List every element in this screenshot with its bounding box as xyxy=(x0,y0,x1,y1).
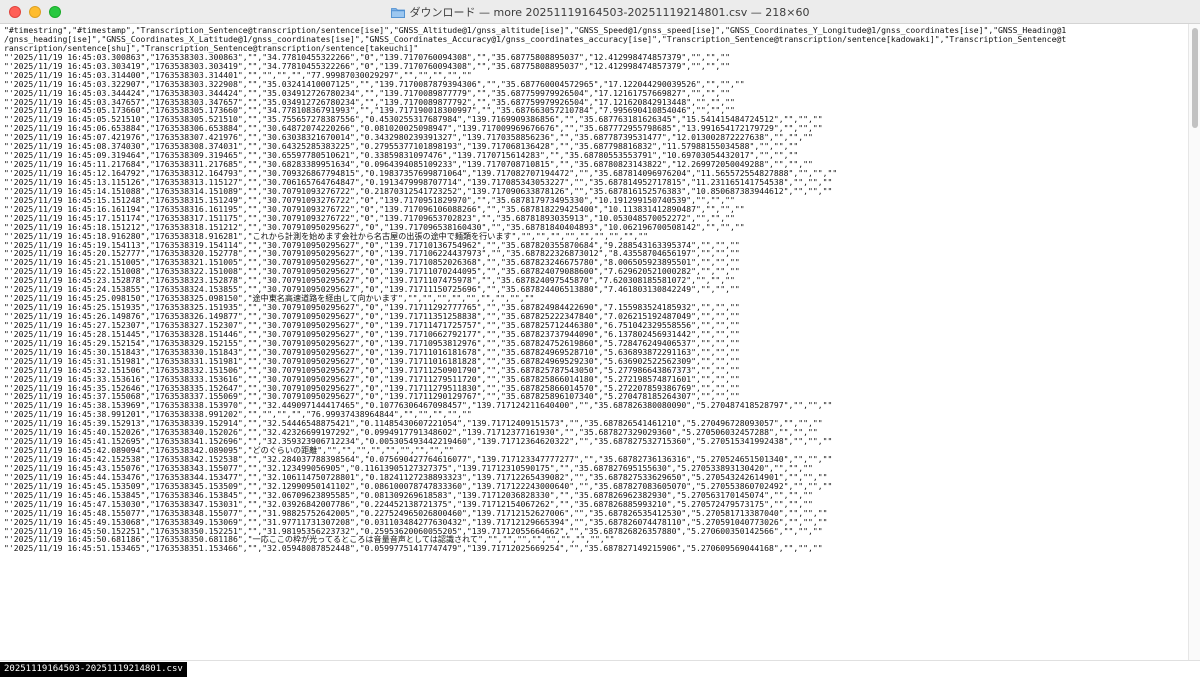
terminal-line: "'2025/11/19 16:45:26.149876","176353832… xyxy=(4,312,740,321)
terminal-line: "'2025/11/19 16:45:03.303419","176353830… xyxy=(4,61,731,71)
terminal-line: "'2025/11/19 16:45:18.151212","176353831… xyxy=(4,222,745,232)
terminal-line: "'2025/11/19 16:45:45.153509","176353834… xyxy=(4,481,833,491)
terminal-line: "'2025/11/19 16:45:38.153969","176353833… xyxy=(4,401,833,411)
terminal-line: "'2025/11/19 16:45:41.152695","176353834… xyxy=(4,437,833,447)
terminal-line: "'2025/11/19 16:45:12.164792","176353831… xyxy=(4,169,838,178)
terminal-line: "'2025/11/19 16:45:47.153030","176353834… xyxy=(4,499,813,509)
terminal-line: "'2025/11/19 16:45:35.152646","176353833… xyxy=(4,383,740,393)
vertical-scrollbar[interactable] xyxy=(1188,24,1200,660)
terminal-line: "'2025/11/19 16:45:07.421976","176353830… xyxy=(4,133,813,143)
title-bar[interactable]: ダウンロード — more 20251119164503-20251119214… xyxy=(0,0,1200,24)
terminal-line: "'2025/11/19 16:45:20.152777","176353832… xyxy=(4,249,740,259)
terminal-line: "'2025/11/19 16:45:50.681186","176353835… xyxy=(4,535,615,545)
terminal-line: "'2025/11/19 16:45:46.153845","176353834… xyxy=(4,490,813,500)
terminal-line: "'2025/11/19 16:45:38.991201","176353833… xyxy=(4,410,472,420)
terminal-line: "'2025/11/19 16:45:40.152026","176353834… xyxy=(4,428,818,438)
terminal-line: "'2025/11/19 16:45:05.521510","176353830… xyxy=(4,115,823,125)
more-status-bar: 20251119164503-20251119214801.csv xyxy=(0,660,1200,678)
terminal-line: "'2025/11/19 16:45:06.653884","176353830… xyxy=(4,124,823,134)
terminal-line: "'2025/11/19 16:45:24.153855","176353832… xyxy=(4,285,740,295)
terminal-line: "#timestring","#timestamp","Transcriptio… xyxy=(4,26,1067,35)
terminal-line: "'2025/11/19 16:45:15.151248","176353831… xyxy=(4,195,735,205)
terminal-line: "'2025/11/19 16:45:17.151174","176353831… xyxy=(4,213,735,223)
terminal-line: /gnss_heading[ise]","GNSS_Coordinates_X_… xyxy=(4,34,1067,44)
window-title: ダウンロード — more 20251119164503-20251119214… xyxy=(409,6,810,19)
terminal-line: "'2025/11/19 16:45:16.161194","176353831… xyxy=(4,204,745,214)
terminal-line: "'2025/11/19 16:45:51.153465","176353835… xyxy=(4,544,823,554)
terminal-line: "'2025/11/19 16:45:03.347657","176353830… xyxy=(4,97,735,107)
terminal-line: "'2025/11/19 16:45:31.151981","176353833… xyxy=(4,356,740,366)
terminal-line: "'2025/11/19 16:45:39.152913","176353833… xyxy=(4,419,823,429)
terminal-line: "'2025/11/19 16:45:05.173660","176353830… xyxy=(4,106,735,116)
terminal-line: "'2025/11/19 16:45:03.322907","176353830… xyxy=(4,79,745,89)
more-prompt-filename: 20251119164503-20251119214801.csv xyxy=(0,662,187,677)
terminal-line: ranscription/sentence[shu]","Transcripti… xyxy=(4,43,419,53)
terminal-line: "'2025/11/19 16:45:29.152154","176353832… xyxy=(4,338,740,348)
terminal-line: "'2025/11/19 16:45:09.319464","176353830… xyxy=(4,151,799,161)
terminal-line: "'2025/11/19 16:45:25.151935","176353832… xyxy=(4,303,740,312)
terminal-line: "'2025/11/19 16:45:19.154113","176353831… xyxy=(4,240,740,250)
terminal-line: "'2025/11/19 16:45:08.374030","176353830… xyxy=(4,142,799,152)
terminal-line: "'2025/11/19 16:45:33.153616","176353833… xyxy=(4,374,740,384)
terminal-line: "'2025/11/19 16:45:13.115126","176353831… xyxy=(4,177,833,187)
terminal-window: ダウンロード — more 20251119164503-20251119214… xyxy=(0,0,1200,678)
terminal-line: "'2025/11/19 16:45:25.098150","176353832… xyxy=(4,294,535,304)
folder-icon xyxy=(390,7,405,18)
terminal-line: "'2025/11/19 16:45:22.151008","176353832… xyxy=(4,267,740,277)
terminal-line: "'2025/11/19 16:45:48.155077","176353834… xyxy=(4,508,828,518)
terminal-line: "'2025/11/19 16:45:49.153068","176353834… xyxy=(4,517,828,527)
terminal-line: "'2025/11/19 16:45:03.314400","176353830… xyxy=(4,70,472,80)
terminal-line: "'2025/11/19 16:45:30.151843","176353833… xyxy=(4,347,740,357)
terminal-line: "'2025/11/19 16:45:37.155068","176353833… xyxy=(4,392,740,402)
terminal-line: "'2025/11/19 16:45:32.151506","176353833… xyxy=(4,365,740,375)
scrollbar-thumb[interactable] xyxy=(1192,28,1198,128)
terminal-line: "'2025/11/19 16:45:23.152878","176353832… xyxy=(4,276,735,286)
terminal-line: "'2025/11/19 16:45:28.151445","176353832… xyxy=(4,329,740,339)
terminal-line: "'2025/11/19 16:45:42.089094","176353834… xyxy=(4,446,454,455)
terminal-line: "'2025/11/19 16:45:50.152251","176353835… xyxy=(4,526,823,536)
terminal-line: "'2025/11/19 16:45:14.151088","176353831… xyxy=(4,186,833,196)
terminal-line: "'2025/11/19 16:45:42.152538","176353834… xyxy=(4,455,833,464)
terminal-line: "'2025/11/19 16:45:43.155076","176353834… xyxy=(4,463,813,473)
terminal-line: "'2025/11/19 16:45:11.217684","176353831… xyxy=(4,160,813,169)
terminal-line: "'2025/11/19 16:45:21.151005","176353832… xyxy=(4,258,740,268)
window-title-area: ダウンロード — more 20251119164503-20251119214… xyxy=(0,0,1200,24)
terminal-line: "'2025/11/19 16:45:18.916280","176353831… xyxy=(4,231,648,241)
terminal-line: "'2025/11/19 16:45:03.344424","176353830… xyxy=(4,88,731,98)
terminal-line: "'2025/11/19 16:45:27.152307","176353832… xyxy=(4,320,740,330)
terminal-output[interactable]: "#timestring","#timestamp","Transcriptio… xyxy=(0,24,1188,660)
terminal-line: "'2025/11/19 16:45:03.300863","176353830… xyxy=(4,52,731,62)
terminal-line: "'2025/11/19 16:45:44.153476","176353834… xyxy=(4,472,828,482)
